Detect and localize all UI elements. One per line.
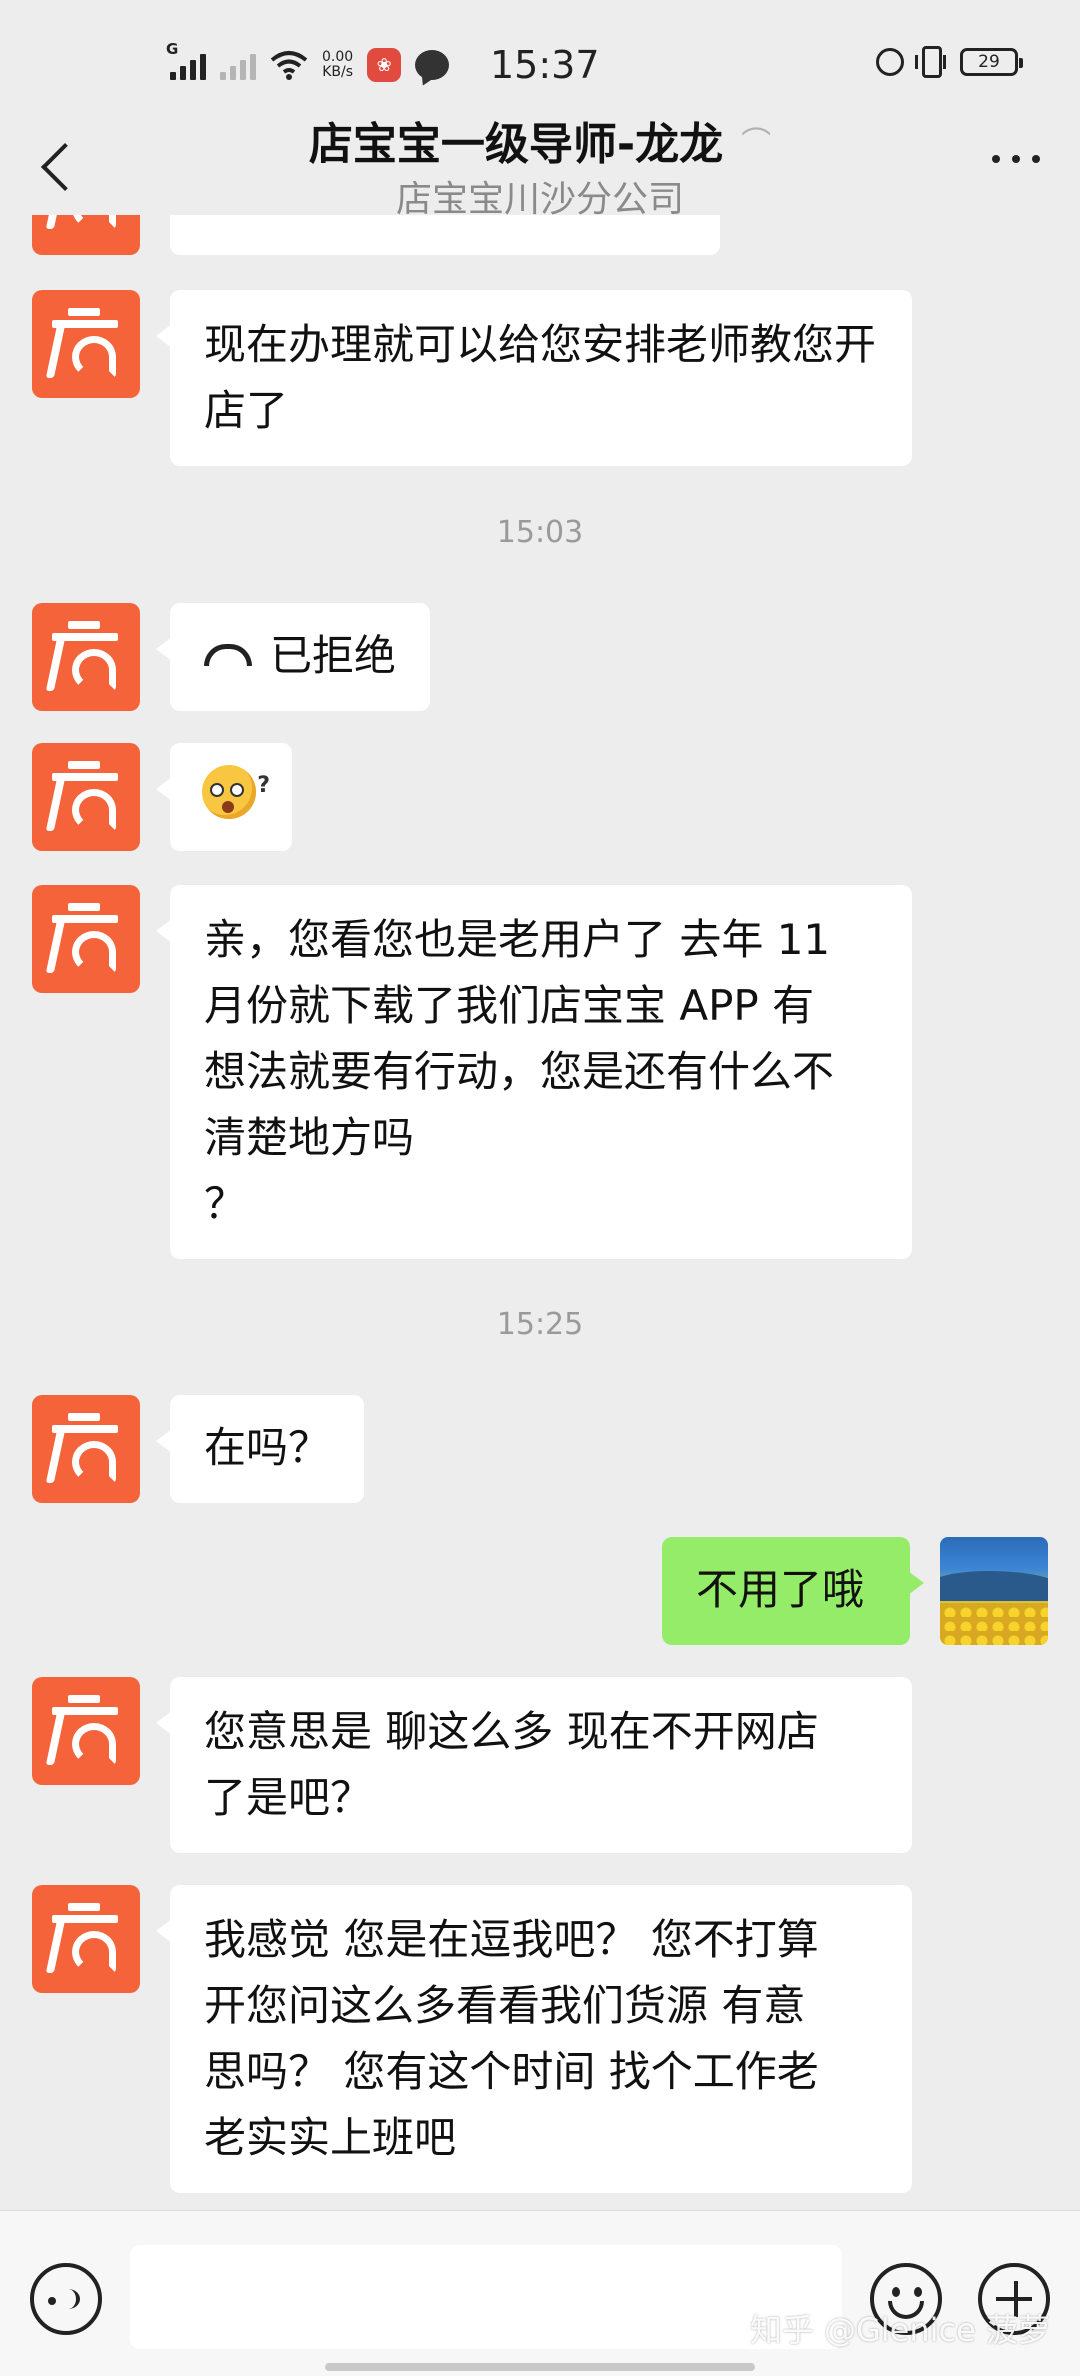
emoji-bubble[interactable]: ?: [156, 743, 292, 851]
message-text-line: 开您问这么多看看我们货源 有意: [204, 1981, 806, 2030]
message-bubble[interactable]: 在吗？: [155, 1395, 365, 1503]
speed-unit: KB/s: [322, 64, 353, 80]
signal-icon: G: [166, 40, 206, 80]
shop-logo-icon: [45, 306, 124, 382]
avatar[interactable]: [32, 743, 140, 851]
speed-value: 0.00: [322, 49, 354, 65]
input-toolbar: 知乎 @Glenice 菠萝: [0, 2210, 1080, 2376]
battery-icon: 29: [960, 48, 1023, 76]
wifi-icon: [270, 51, 308, 80]
clock: 15:37: [490, 43, 600, 87]
home-indicator[interactable]: [325, 2363, 755, 2371]
decline-call-icon: [204, 643, 252, 666]
battery-level: 29: [978, 52, 1000, 72]
avatar[interactable]: [32, 1677, 140, 1785]
call-record-bubble[interactable]: 已拒绝: [155, 603, 431, 711]
my-avatar[interactable]: [940, 1537, 1048, 1645]
message-text-line: 清楚地方吗: [204, 1113, 415, 1162]
signal-sim2-icon: [220, 50, 256, 80]
message-bubble[interactable]: 现在办理就可以给您安排老师教您开店了: [156, 290, 912, 466]
message-list[interactable]: 现在办理就可以给您安排老师教您开店了 15:03 已拒绝 ? 亲，您看您也是老用…: [0, 215, 1080, 2210]
chat-notification-icon: [415, 50, 450, 80]
network-speed: 0.00 KB/s: [322, 50, 353, 80]
message-text-line: ？: [204, 1179, 247, 1228]
network-type-label: G: [166, 40, 179, 58]
message-text-line: 我感觉 您是在逗我吧？ 您不打算: [204, 1915, 819, 1964]
message-text-line: 月份就下载了我们店宝宝 APP 有: [204, 981, 815, 1030]
message-bubble[interactable]: 亲，您看您也是老用户了 去年 11 月份就下载了我们店宝宝 APP 有 想法就要…: [156, 885, 912, 1259]
watermark: 知乎 @Glenice 菠萝: [749, 2311, 1050, 2349]
my-message-bubble[interactable]: 不用了哦: [662, 1537, 924, 1645]
more-icon[interactable]: [992, 155, 1040, 163]
avatar[interactable]: [32, 1885, 140, 1993]
shop-logo-icon: [45, 1901, 124, 1977]
ear-icon: ⌒: [741, 126, 772, 161]
message-bubble[interactable]: 我感觉 您是在逗我吧？ 您不打算 开您问这么多看看我们货源 有意 思吗？ 您有这…: [156, 1885, 912, 2193]
shop-logo-icon: [45, 215, 124, 233]
shop-logo-icon: [45, 759, 124, 835]
avatar[interactable]: [32, 1395, 140, 1503]
chat-header: 店宝宝一级导师-龙龙 ⌒ 店宝宝川沙分公司: [0, 100, 1080, 220]
avatar[interactable]: [32, 885, 140, 993]
message-input[interactable]: [130, 2245, 842, 2349]
shop-logo-icon: [45, 901, 124, 977]
message-text-line: 亲，您看您也是老用户了 去年 11: [204, 915, 831, 964]
timestamp: 15:03: [496, 515, 584, 550]
notification-app-icon: ❀: [367, 48, 402, 82]
timestamp: 15:25: [496, 1307, 584, 1342]
voice-icon[interactable]: [30, 2263, 102, 2335]
alarm-icon: [876, 48, 904, 76]
message-bubble[interactable]: 您意思是 聊这么多 现在不开网店 了是吧？: [156, 1677, 912, 1853]
confused-emoji-icon: ?: [202, 765, 270, 819]
message-text-line: 老实实上班吧: [204, 2113, 457, 2162]
avatar[interactable]: [32, 215, 140, 255]
message-text-line: 想法就要有行动，您是还有什么不: [204, 1047, 835, 1096]
message-text-line: 了是吧？: [204, 1773, 373, 1822]
shop-logo-icon: [45, 619, 124, 695]
chat-title[interactable]: 店宝宝一级导师-龙龙: [309, 108, 723, 172]
message-text-line: 您意思是 聊这么多 现在不开网店: [204, 1707, 819, 1756]
message-text: 现在办理就可以给您安排老师教您开店了: [204, 320, 877, 435]
message-bubble-partial[interactable]: [170, 215, 720, 255]
avatar[interactable]: [32, 603, 140, 711]
vibrate-icon: [915, 46, 946, 78]
avatar[interactable]: [32, 290, 140, 398]
call-status-text: 已拒绝: [270, 631, 397, 680]
message-text: 不用了哦: [696, 1565, 865, 1614]
shop-logo-icon: [45, 1693, 124, 1769]
shop-logo-icon: [45, 1411, 124, 1487]
status-right: 29: [876, 46, 1023, 78]
message-text-line: 思吗？ 您有这个时间 找个工作老: [204, 2047, 819, 2096]
message-text: 在吗？: [204, 1423, 331, 1472]
chat-title-row: 店宝宝一级导师-龙龙 ⌒: [0, 108, 1080, 172]
status-left: G 0.00 KB/s ❀: [166, 40, 450, 90]
